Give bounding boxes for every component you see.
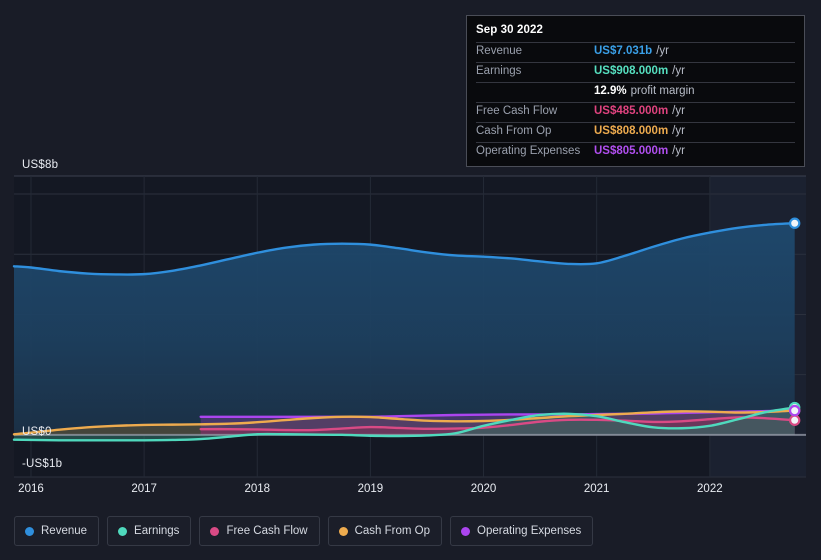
legend-color-dot-icon xyxy=(338,526,348,536)
tooltip-row-value: US$908.000m xyxy=(594,65,669,77)
tooltip-row-value-group: US$485.000m/yr xyxy=(594,105,685,117)
legend-item-label: Operating Expenses xyxy=(477,525,582,537)
tooltip-row: Earnings US$908.000m/yr xyxy=(476,62,795,82)
tooltip-rows: Revenue US$7.031b/yr Earnings US$908.000m/y… xyxy=(476,42,795,162)
tooltip-row: Operating Expenses US$805.000m/yr xyxy=(476,142,795,162)
tooltip-row-label: Revenue xyxy=(476,45,523,57)
tooltip-row: 12.9% profit margin xyxy=(476,82,795,102)
legend-item-label: Free Cash Flow xyxy=(226,525,308,537)
legend-item-label: Earnings xyxy=(134,525,180,537)
legend-item-operating-expenses[interactable]: Operating Expenses xyxy=(450,516,594,546)
y-axis-label-bottom: -US$1b xyxy=(22,458,63,470)
tooltip-row-value-group: US$7.031b/yr xyxy=(594,45,669,57)
x-axis-tick-2019: 2019 xyxy=(357,483,384,495)
x-axis-tick-2021: 2021 xyxy=(583,483,610,495)
tooltip-row-suffix: /yr xyxy=(656,45,669,57)
tooltip-row-value-group: 12.9% profit margin xyxy=(594,85,695,97)
tooltip-row-suffix: /yr xyxy=(672,125,685,137)
tooltip-row: Free Cash Flow US$485.000m/yr xyxy=(476,102,795,122)
endpoint-marker-operating-expenses[interactable] xyxy=(788,404,801,417)
y-axis-label-top: US$8b xyxy=(22,159,59,171)
chart-legend: Revenue Earnings Free Cash Flow Cash From O… xyxy=(14,516,594,546)
legend-item-earnings[interactable]: Earnings xyxy=(107,516,192,546)
x-axis-tick-2020: 2020 xyxy=(470,483,497,495)
legend-color-dot-icon xyxy=(461,526,471,536)
legend-color-dot-icon xyxy=(118,526,128,536)
tooltip-row: Cash From Op US$808.000m/yr xyxy=(476,122,795,142)
tooltip-row-suffix: /yr xyxy=(672,145,685,157)
tooltip-row-value-group: US$808.000m/yr xyxy=(594,125,685,137)
endpoint-marker-free-cash-flow[interactable] xyxy=(788,414,801,426)
x-axis-tick-2018: 2018 xyxy=(244,483,271,495)
tooltip-row-value: US$485.000m xyxy=(594,105,669,117)
tooltip-row-suffix: /yr xyxy=(672,105,685,117)
tooltip-row: Revenue US$7.031b/yr xyxy=(476,42,795,62)
legend-color-dot-icon xyxy=(210,526,220,536)
tooltip-row-value-group: US$805.000m/yr xyxy=(594,145,685,157)
tooltip-row-suffix: profit margin xyxy=(630,85,695,97)
tooltip-row-label: Operating Expenses xyxy=(476,145,581,157)
x-axis: 2016 2017 2018 2019 2020 2021 2022 xyxy=(0,483,821,501)
legend-item-label: Revenue xyxy=(41,525,88,537)
legend-item-free-cash-flow[interactable]: Free Cash Flow xyxy=(199,516,320,546)
legend-color-dot-icon xyxy=(25,526,34,536)
legend-item-label: Cash From Op xyxy=(354,525,431,537)
x-axis-tick-2017: 2017 xyxy=(131,483,157,495)
tooltip-date: Sep 30 2022 xyxy=(476,24,543,36)
tooltip-row-value-group: US$908.000m/yr xyxy=(594,65,685,77)
x-axis-tick-2022: 2022 xyxy=(697,483,723,495)
endpoint-marker-revenue[interactable] xyxy=(788,217,801,229)
tooltip-row-label: Free Cash Flow xyxy=(476,105,558,117)
tooltip-row-value: US$7.031b xyxy=(594,45,653,57)
chart-page: US$8b US$0 -US$1b 2016 2017 2018 2019 2020 20… xyxy=(0,0,821,560)
legend-item-cash-from-op[interactable]: Cash From Op xyxy=(327,516,443,546)
tooltip-row-label: Earnings xyxy=(476,65,522,77)
tooltip-row-value: 12.9% xyxy=(594,85,627,97)
tooltip-row-value: US$805.000m xyxy=(594,145,669,157)
tooltip-row-value: US$808.000m xyxy=(594,125,669,137)
legend-item-revenue[interactable]: Revenue xyxy=(14,516,100,546)
y-axis-label-zero: US$0 xyxy=(22,426,52,438)
tooltip-row-label: Cash From Op xyxy=(476,125,552,137)
tooltip-row-suffix: /yr xyxy=(672,65,685,77)
data-tooltip: Sep 30 2022 Revenue US$7.031b/yr Earnings U… xyxy=(466,15,805,167)
x-axis-tick-2016: 2016 xyxy=(18,483,44,495)
